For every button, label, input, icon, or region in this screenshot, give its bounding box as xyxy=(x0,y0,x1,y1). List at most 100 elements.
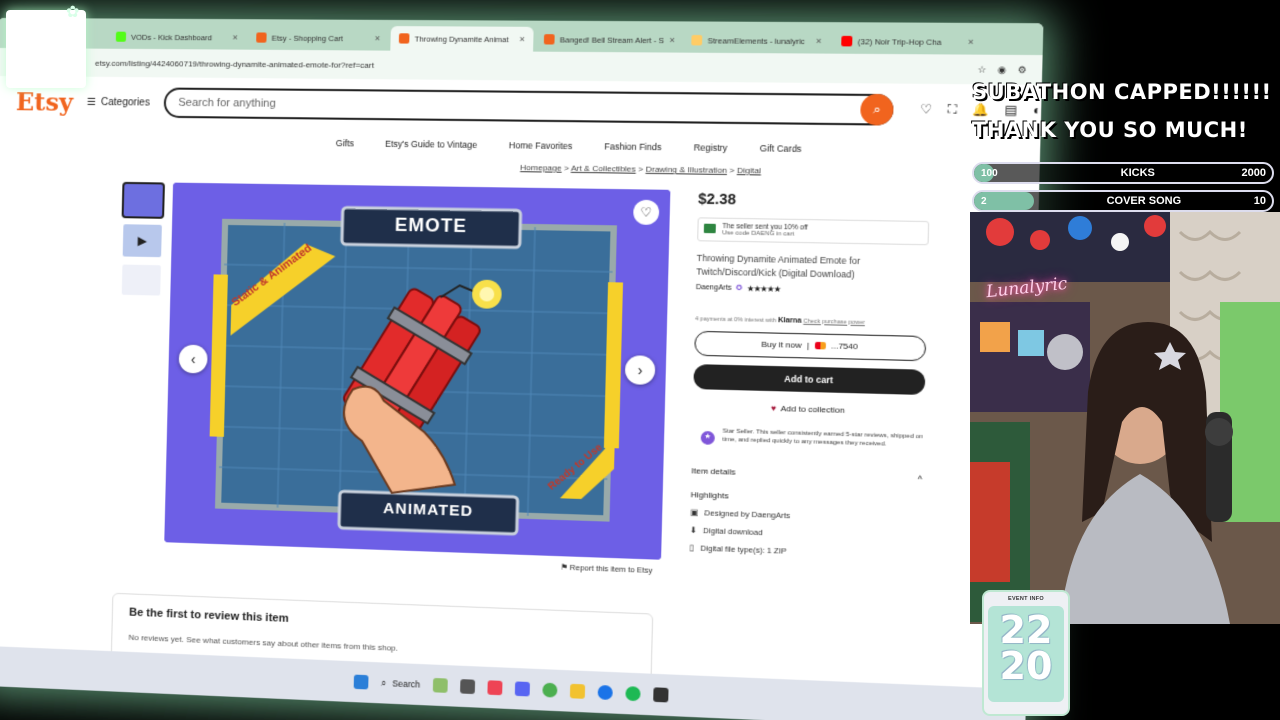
tab-label: StreamElements - lunalyric xyxy=(707,35,805,46)
windows-start-icon[interactable] xyxy=(353,674,369,690)
breadcrumb-drawing[interactable]: Drawing & Illustration xyxy=(646,165,728,175)
report-link[interactable]: ⚑ Report this item to Etsy xyxy=(560,562,652,575)
goal-max: 10 xyxy=(1253,195,1266,207)
nav-link[interactable]: Etsy's Guide to Vintage xyxy=(385,139,477,150)
url-text[interactable]: etsy.com/listing/4424060719/throwing-dyn… xyxy=(95,58,374,69)
bell-icon[interactable]: 🔔 xyxy=(972,102,989,119)
subathon-line-1: SUBATHON CAPPED!!!!!! xyxy=(972,80,1272,104)
tab-favicon-icon xyxy=(691,34,703,46)
edge-icon[interactable] xyxy=(597,684,613,701)
item-details-toggle[interactable]: Item details ˄ xyxy=(691,466,923,482)
browser-window: VODs - Kick Dashboard × Etsy - Shopping Ca… xyxy=(0,17,1044,720)
etsy-logo[interactable]: Etsy xyxy=(16,87,74,117)
obs-icon[interactable] xyxy=(653,687,669,703)
highlight-download: Digital download xyxy=(702,526,763,538)
chrome-icon[interactable] xyxy=(542,682,558,698)
close-icon[interactable]: × xyxy=(232,32,238,42)
nav-link[interactable]: Gift Cards xyxy=(760,143,802,154)
webcam-image xyxy=(970,212,1280,624)
tab-favicon-icon xyxy=(398,33,410,44)
profile-icon[interactable]: ⚙ xyxy=(1017,64,1026,76)
task-view-icon[interactable] xyxy=(459,679,475,695)
close-icon[interactable]: × xyxy=(669,35,675,45)
event-header: EVENT INFO xyxy=(1007,596,1044,602)
discord-icon[interactable] xyxy=(514,681,530,697)
event-info-widget: EVENT INFO 22 20 xyxy=(982,590,1070,716)
taskbar-search-label: Search xyxy=(392,678,421,690)
tab-favicon-icon xyxy=(543,34,555,45)
folder-icon[interactable] xyxy=(569,683,585,699)
browser-tab[interactable]: StreamElements - lunalyric × xyxy=(682,28,830,54)
breadcrumb-digital[interactable]: Digital xyxy=(737,166,761,176)
close-icon[interactable]: × xyxy=(375,33,381,43)
browser-tab[interactable]: VODs - Kick Dashboard × xyxy=(108,25,247,50)
browser-tab[interactable]: Throwing Dynamite Animat × xyxy=(390,26,534,52)
report-label: Report this item to Etsy xyxy=(569,562,653,576)
listing-main: ▶ EMOTE ANIMATED Static & Animated Ready… xyxy=(0,172,1039,696)
tab-label: (32) Noir Trip-Hop Cha xyxy=(857,36,942,47)
product-title: Throwing Dynamite Animated Emote for Twi… xyxy=(696,252,861,280)
nav-link[interactable]: Registry xyxy=(694,142,728,153)
taskbar-search[interactable]: ⌕ Search xyxy=(381,677,421,690)
close-icon[interactable]: × xyxy=(519,34,525,44)
mastercard-icon xyxy=(814,341,826,350)
play-icon: ▶ xyxy=(137,233,148,248)
nav-link[interactable]: Fashion Finds xyxy=(604,141,661,152)
subathon-line-2: THANK YOU SO MUCH! xyxy=(972,118,1248,142)
thumbnail-image[interactable] xyxy=(121,181,165,219)
stream-screen: VODs - Kick Dashboard × Etsy - Shopping Ca… xyxy=(0,0,1280,720)
add-to-cart-button[interactable]: Add to cart xyxy=(693,363,926,395)
highlights-heading: Highlights xyxy=(690,490,729,501)
menu-icon: ☰ xyxy=(86,96,97,108)
thumbnail-info[interactable] xyxy=(119,262,163,298)
star-seller-text: Star Seller. This seller consistently ea… xyxy=(722,427,924,448)
browser-tab[interactable]: Banged! Bell Stream Alert - S × xyxy=(535,27,681,53)
star-seller-badge-icon: ★ xyxy=(700,430,715,445)
item-details-label: Item details xyxy=(691,466,736,478)
close-icon[interactable]: × xyxy=(968,37,974,48)
gift-icon[interactable]: ⛶ xyxy=(947,102,957,119)
extension-icon[interactable]: ◉ xyxy=(997,64,1006,76)
reviews-title: Be the first to review this item xyxy=(128,606,289,625)
tab-label: VODs - Kick Dashboard xyxy=(130,32,213,42)
spotify-icon[interactable] xyxy=(625,686,641,702)
app-icon[interactable] xyxy=(487,680,503,696)
close-icon[interactable]: × xyxy=(816,36,822,47)
tab-favicon-icon xyxy=(841,35,853,47)
chevron-left-icon: ‹ xyxy=(190,350,196,368)
search-input[interactable]: Search for anything ⌕ xyxy=(163,87,895,126)
star-seller-note: ★ Star Seller. This seller consistently … xyxy=(692,426,924,450)
highlight-filetype: Digital file type(s): 1 ZIP xyxy=(700,543,787,557)
search-icon[interactable]: ⌕ xyxy=(860,93,895,126)
widgets-icon[interactable] xyxy=(432,677,448,693)
heart-icon[interactable]: ♡ xyxy=(920,102,932,119)
banner-top-text: EMOTE xyxy=(394,214,468,237)
star-seller-icon: ✪ xyxy=(735,284,743,293)
goal-name: KICKS xyxy=(1120,167,1155,179)
buy-now-label: Buy it now xyxy=(761,339,802,350)
thumbnail-video[interactable]: ▶ xyxy=(120,222,164,260)
klarna-brand: Klarna xyxy=(777,316,802,325)
add-to-collection-button[interactable]: ♥ Add to collection xyxy=(693,397,925,422)
highlight-designer: Designed by DaengArts xyxy=(704,508,791,521)
separator: | xyxy=(806,340,810,351)
buy-now-button[interactable]: Buy it now | ...7540 xyxy=(694,330,927,361)
heart-icon: ♡ xyxy=(640,204,653,220)
event-number-bottom: 20 xyxy=(999,644,1053,688)
browser-tab[interactable]: Etsy - Shopping Cart × xyxy=(248,25,389,50)
star-icon[interactable]: ☆ xyxy=(977,64,986,76)
nav-link[interactable]: Home Favorites xyxy=(509,140,573,151)
breadcrumb-home[interactable]: Homepage xyxy=(520,163,562,173)
categories-button[interactable]: ☰ Categories xyxy=(87,96,150,108)
shop-name[interactable]: DaengArts xyxy=(696,283,732,291)
browser-tab[interactable]: (32) Noir Trip-Hop Cha × xyxy=(832,28,983,54)
klarna-link[interactable]: Check purchase power xyxy=(803,318,865,326)
rating-stars: ★★★★★ xyxy=(746,283,781,294)
promo-banner: The seller sent you 10% off Use code DAE… xyxy=(697,217,930,246)
nav-link[interactable]: Gifts xyxy=(336,138,354,148)
tab-favicon-icon xyxy=(115,31,127,42)
breadcrumb-art[interactable]: Art & Collectibles xyxy=(571,164,636,174)
file-icon: ▯ xyxy=(689,543,694,553)
goal-max: 2000 xyxy=(1241,167,1266,179)
goal-name: COVER SONG xyxy=(1106,195,1182,207)
